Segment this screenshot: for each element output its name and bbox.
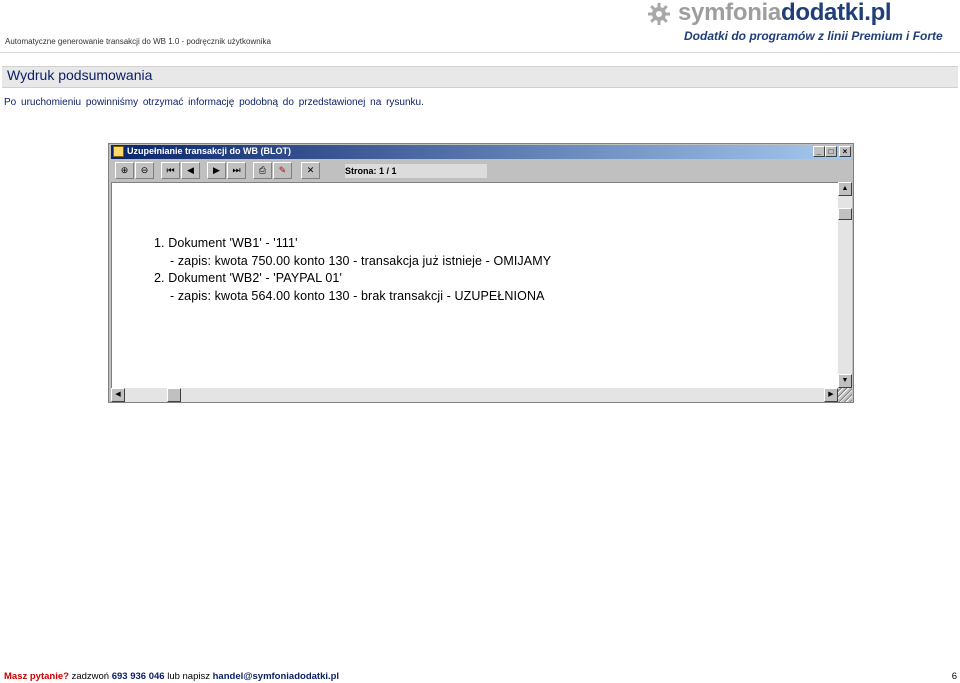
close-preview-icon[interactable]: ✕ [301,162,320,179]
report-line: - zapis: kwota 564.00 konto 130 - brak t… [170,289,545,303]
scroll-left-icon[interactable]: ◀ [111,388,125,402]
page-indicator: Strona: 1 / 1 [345,166,397,176]
window-title: Uzupełnianie transakcji do WB (BLOT) [127,146,292,156]
footer-or-write: lub napisz [167,671,210,682]
report-preview-window: Uzupełnianie transakcji do WB (BLOT) _ □… [108,143,854,403]
symfoniadodatki-logo[interactable]: symfoniadodatki.pl Dodatki do programów … [648,0,958,44]
footer-phone[interactable]: 693 936 046 [112,671,165,682]
report-line: 2. Dokument 'WB2' - 'PAYPAL 01' [154,271,342,285]
last-page-icon[interactable]: ⏭ [227,162,246,179]
zoom-out-icon[interactable]: ⊖ [135,162,154,179]
footer-email-link[interactable]: handel@symfoniadodatki.pl [213,671,339,682]
window-titlebar[interactable]: Uzupełnianie transakcji do WB (BLOT) _ □… [111,145,851,159]
header-divider [0,52,960,53]
minimize-icon[interactable]: _ [813,146,825,157]
previous-page-icon[interactable]: ◀ [181,162,200,179]
zoom-in-icon[interactable]: ⊕ [115,162,134,179]
vertical-scroll-thumb[interactable] [838,208,852,220]
document-title: Automatyczne generowanie transakcji do W… [5,37,271,46]
first-page-icon[interactable]: ⏮ [161,162,180,179]
intro-paragraph: Po uruchomieniu powinniśmy otrzymać info… [4,97,424,108]
print-icon[interactable]: ⎙ [253,162,272,179]
logo-wordmark-part1: symfonia [678,0,781,26]
logo-wordmark: symfoniadodatki.pl [678,0,892,27]
section-title: Wydruk podsumowania [7,67,153,83]
report-line: 1. Dokument 'WB1' - '111' [154,236,298,250]
scroll-down-icon[interactable]: ▼ [838,374,852,388]
next-page-icon[interactable]: ▶ [207,162,226,179]
pdf-export-icon[interactable]: ✎ [273,162,292,179]
scroll-up-icon[interactable]: ▲ [838,182,852,196]
close-icon[interactable]: × [839,146,851,157]
vertical-scrollbar[interactable]: ▲ ▼ [838,182,852,388]
footer-contact: Masz pytanie? zadzwoń 693 936 046 lub na… [4,671,339,682]
horizontal-scroll-thumb[interactable] [167,388,181,402]
app-icon [113,146,124,157]
logo-tagline: Dodatki do programów z linii Premium i F… [684,29,943,43]
logo-wordmark-part2: dodatki.pl [780,0,892,26]
report-line: - zapis: kwota 750.00 konto 130 - transa… [170,254,552,268]
scroll-right-icon[interactable]: ▶ [824,388,838,402]
report-content: 1. Dokument 'WB1' - '111' - zapis: kwota… [111,182,838,388]
preview-toolbar: ⊕ ⊖ ⏮ ◀ ▶ ⏭ ⎙ ✎ ✕ Strona: 1 / 1 [111,161,851,181]
footer-question: Masz pytanie? [4,671,69,682]
page-number: 6 [951,671,957,682]
gear-icon [648,3,670,25]
footer-call-text: zadzwoń [71,671,110,682]
resize-grip[interactable] [838,388,852,402]
maximize-icon[interactable]: □ [825,146,837,157]
horizontal-scrollbar[interactable]: ◀ ▶ [111,388,838,402]
